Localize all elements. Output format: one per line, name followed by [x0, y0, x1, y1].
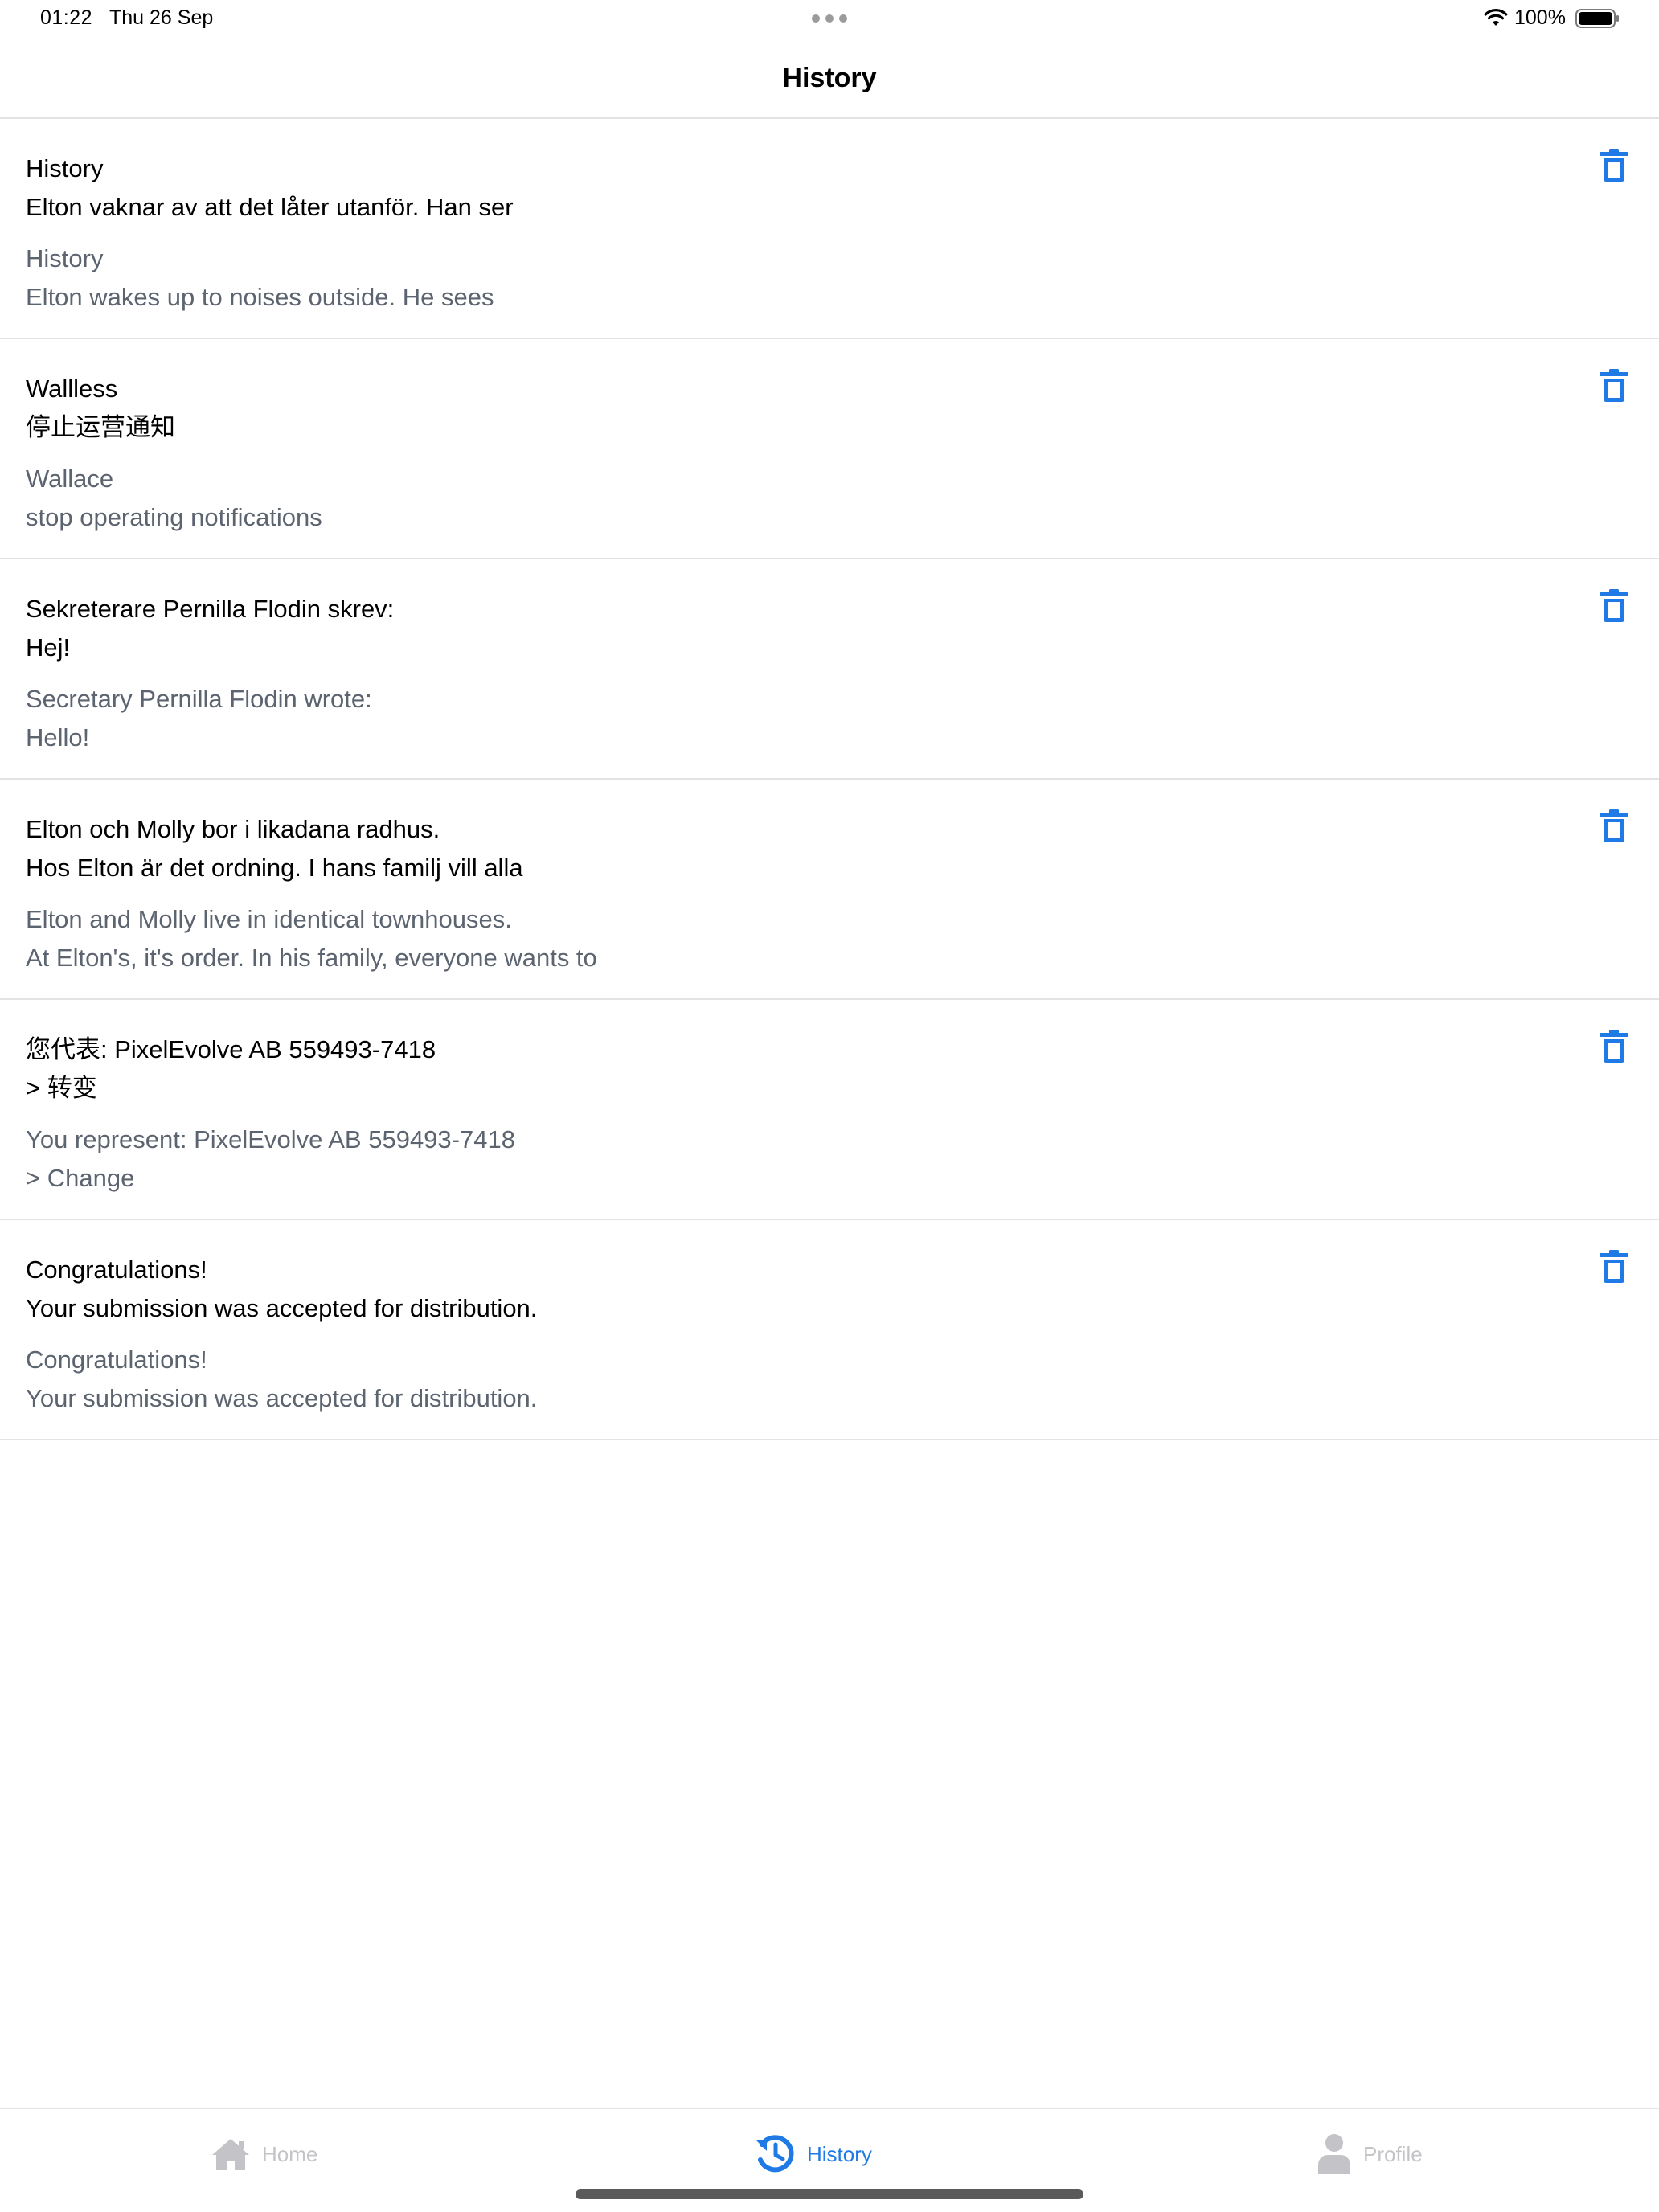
navigation-bar: History [0, 39, 1659, 119]
history-item[interactable]: 您代表: PixelEvolve AB 559493-7418 > 转变 You… [0, 1000, 1659, 1220]
status-time: 01:22 [40, 6, 93, 29]
history-item[interactable]: Sekreterare Pernilla Flodin skrev: Hej! … [0, 559, 1659, 780]
trash-icon[interactable] [1598, 809, 1630, 844]
person-icon [1318, 2134, 1350, 2174]
original-text: Elton och Molly bor i likadana radhus. H… [26, 815, 523, 882]
trash-icon[interactable] [1598, 1249, 1630, 1284]
history-item[interactable]: Congratulations! Your submission was acc… [0, 1220, 1659, 1440]
tab-history[interactable]: History [754, 2132, 872, 2177]
page-title: History [782, 63, 877, 93]
multitasking-dots-icon[interactable] [812, 14, 847, 23]
original-text: 您代表: PixelEvolve AB 559493-7418 > 转变 [26, 1035, 436, 1102]
translated-text: Wallace stop operating notifications [26, 465, 322, 531]
app-screen: 01:22 Thu 26 Sep 100% History History El… [0, 0, 1659, 2212]
status-date: Thu 26 Sep [109, 6, 214, 29]
tab-profile[interactable]: Profile [1317, 2132, 1423, 2177]
home-indicator[interactable] [576, 2189, 1083, 2199]
original-text: Wallless 停止运营通知 [26, 375, 175, 441]
original-text: Sekreterare Pernilla Flodin skrev: Hej! [26, 595, 395, 662]
history-icon [756, 2135, 794, 2173]
translated-text: Elton and Molly live in identical townho… [26, 905, 597, 972]
trash-icon[interactable] [1598, 588, 1630, 624]
history-item[interactable]: Wallless 停止运营通知 Wallace stop operating n… [0, 339, 1659, 559]
translated-text: Secretary Pernilla Flodin wrote: Hello! [26, 685, 372, 752]
history-item[interactable]: History Elton vaknar av att det låter ut… [0, 119, 1659, 339]
translated-text: You represent: PixelEvolve AB 559493-741… [26, 1125, 515, 1192]
tab-home[interactable]: Home [211, 2132, 317, 2177]
tab-history-label: History [807, 2141, 872, 2166]
home-icon [212, 2139, 249, 2170]
history-item[interactable]: Elton och Molly bor i likadana radhus. H… [0, 780, 1659, 1000]
trash-icon[interactable] [1598, 368, 1630, 403]
battery-percentage: 100% [1514, 6, 1566, 29]
tab-home-label: Home [262, 2141, 318, 2166]
tab-profile-label: Profile [1363, 2141, 1423, 2166]
translated-text: Congratulations! Your submission was acc… [26, 1346, 538, 1412]
history-list: History Elton vaknar av att det låter ut… [0, 119, 1659, 1440]
translated-text: History Elton wakes up to noises outside… [26, 244, 494, 311]
original-text: History Elton vaknar av att det låter ut… [26, 154, 514, 221]
trash-icon[interactable] [1598, 1029, 1630, 1064]
battery-icon [1575, 9, 1619, 28]
trash-icon[interactable] [1598, 148, 1630, 183]
status-bar: 01:22 Thu 26 Sep 100% [0, 0, 1659, 39]
original-text: Congratulations! Your submission was acc… [26, 1256, 538, 1322]
wifi-icon [1484, 9, 1508, 26]
